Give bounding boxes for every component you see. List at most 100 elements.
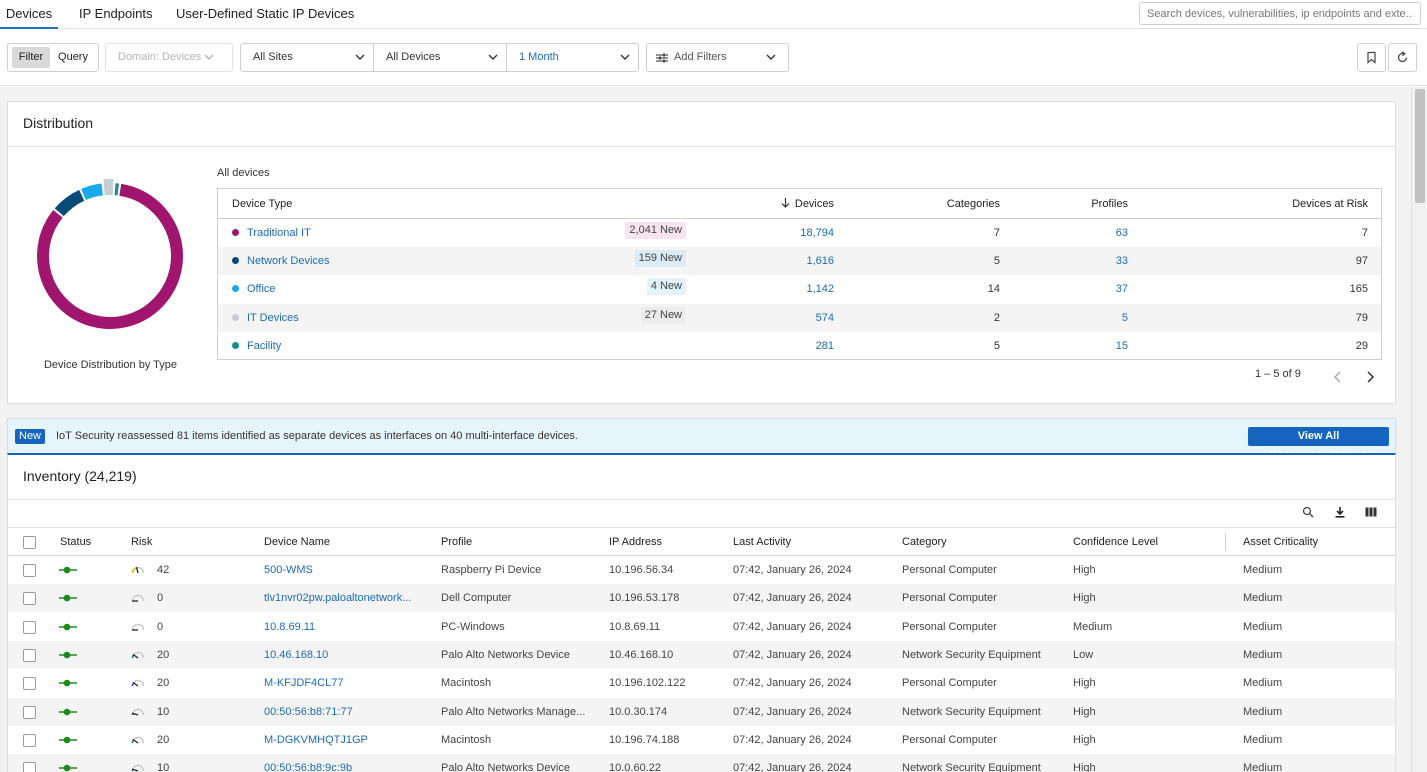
device-name-link[interactable]: tlv1nvr02pw.paloaltonetwork...	[264, 584, 411, 612]
risk-score: 0	[157, 620, 164, 633]
device-name-link[interactable]: 10.46.168.10	[264, 641, 328, 669]
ip-address-cell: 10.196.102.122	[609, 677, 686, 690]
page-scrollbar[interactable]	[1411, 87, 1427, 772]
table-row[interactable]: 20 M-DGKVMHQTJ1GP Macintosh 10.196.74.188 07…	[8, 726, 1395, 754]
columns-icon[interactable]	[1365, 507, 1377, 517]
donut-slice[interactable]	[103, 179, 114, 196]
column-ip-address[interactable]: IP Address	[609, 528, 662, 557]
last-activity-cell: 07:42, January 26, 2024	[733, 733, 852, 746]
row-checkbox[interactable]	[23, 620, 36, 634]
online-status-icon	[59, 736, 77, 744]
sites-select[interactable]: All Sites	[240, 43, 374, 72]
device-type-link[interactable]: Facility	[247, 340, 281, 352]
row-checkbox[interactable]	[23, 705, 36, 719]
device-type-cell: IT Devices	[232, 304, 299, 332]
last-activity-cell: 07:42, January 26, 2024	[733, 648, 852, 661]
query-mode-button[interactable]: Query	[52, 47, 94, 68]
search-icon[interactable]	[1302, 506, 1314, 518]
device-type-link[interactable]: Network Devices	[247, 255, 330, 267]
tab-devices[interactable]: Devices	[0, 0, 58, 29]
time-period-select[interactable]: 1 Month	[506, 43, 639, 72]
top-tab-bar: Devices IP Endpoints User-Defined Static…	[0, 0, 1427, 29]
risk-gauge-icon	[131, 566, 145, 574]
column-devices[interactable]: Devices	[758, 189, 834, 219]
donut-slice[interactable]	[81, 183, 103, 200]
devices-count-link[interactable]: 281	[758, 332, 834, 360]
row-checkbox[interactable]	[23, 592, 36, 606]
column-status[interactable]: Status	[60, 528, 91, 557]
table-row[interactable]: 10 00:50:56:b8:9c:9b Palo Alto Networks De…	[8, 754, 1395, 772]
filter-mode-button[interactable]: Filter	[12, 47, 50, 68]
table-row[interactable]: 20 10.46.168.10 Palo Alto Networks Device 1…	[8, 640, 1395, 669]
devices-count-link[interactable]: 1,142	[758, 275, 834, 303]
row-checkbox[interactable]	[23, 648, 36, 662]
profiles-count-link[interactable]: 37	[1048, 275, 1128, 303]
column-category[interactable]: Category	[902, 528, 947, 557]
device-name-link[interactable]: M-KFJDF4CL77	[264, 669, 343, 697]
column-divider[interactable]	[1225, 533, 1226, 551]
column-asset-criticality[interactable]: Asset Criticality	[1243, 528, 1318, 557]
device-name-link[interactable]: 00:50:56:b8:71:77	[264, 698, 353, 726]
risk-gauge-icon	[131, 708, 145, 716]
table-row[interactable]: 20 M-KFJDF4CL77 Macintosh 10.196.102.122 07:…	[8, 669, 1395, 697]
inventory-table-header: Status Risk Device Name Profile IP Addre…	[8, 527, 1395, 556]
table-row[interactable]: 10 00:50:56:b8:71:77 Palo Alto Networks Ma…	[8, 697, 1395, 726]
global-search-input[interactable]	[1139, 2, 1421, 25]
legend-dot	[232, 257, 239, 265]
devices-select[interactable]: All Devices	[373, 43, 507, 72]
tab-ip-endpoints[interactable]: IP Endpoints	[79, 0, 152, 29]
tab-user-defined-static-ip-devices[interactable]: User-Defined Static IP Devices	[176, 0, 354, 29]
add-filters-select[interactable]: Add Filters	[646, 43, 789, 72]
legend-dot	[232, 229, 239, 236]
distribution-row: Office 4 New 1,142 14 37 165	[218, 275, 1381, 303]
view-all-recommendations-button[interactable]: View All Recommendations	[1248, 427, 1389, 461]
donut-slice[interactable]	[54, 189, 85, 217]
chevron-right-icon[interactable]	[1365, 370, 1375, 384]
refresh-button[interactable]	[1388, 43, 1417, 72]
profiles-count-link[interactable]: 63	[1048, 219, 1128, 247]
row-checkbox[interactable]	[23, 762, 36, 772]
column-device-type[interactable]: Device Type	[232, 189, 292, 219]
table-row[interactable]: 0 tlv1nvr02pw.paloaltonetwork... Dell Comp…	[8, 584, 1395, 613]
device-type-link[interactable]: IT Devices	[247, 312, 299, 324]
column-device-name[interactable]: Device Name	[264, 528, 330, 557]
column-profiles[interactable]: Profiles	[1048, 189, 1128, 219]
column-categories[interactable]: Categories	[918, 189, 1000, 219]
row-checkbox[interactable]	[23, 733, 36, 747]
bookmark-button[interactable]	[1357, 43, 1386, 72]
devices-count-link[interactable]: 18,794	[758, 219, 834, 247]
profiles-count-link[interactable]: 5	[1048, 304, 1128, 332]
download-icon[interactable]	[1334, 506, 1346, 518]
device-name-link[interactable]: 500-WMS	[264, 556, 313, 584]
profiles-count-link[interactable]: 15	[1048, 332, 1128, 360]
device-name-link[interactable]: 10.8.69.11	[264, 613, 315, 641]
column-devices-at-risk[interactable]: Devices at Risk	[1218, 189, 1368, 219]
refresh-icon	[1397, 51, 1408, 63]
column-profile[interactable]: Profile	[441, 528, 472, 557]
filter-query-toggle: Filter Query	[7, 43, 99, 72]
profiles-count-link[interactable]: 33	[1048, 247, 1128, 275]
column-risk[interactable]: Risk	[131, 528, 152, 557]
table-row[interactable]: 0 10.8.69.11 PC-Windows 10.8.69.11 07:42, Ja…	[8, 613, 1395, 641]
row-checkbox[interactable]	[23, 677, 36, 691]
ip-address-cell: 10.8.69.11	[609, 620, 661, 633]
chevron-down-icon	[355, 54, 365, 60]
donut-slice[interactable]	[114, 183, 120, 196]
device-type-link[interactable]: Traditional IT	[247, 227, 311, 239]
column-devices-label: Devices	[794, 198, 834, 210]
distribution-card: Distribution Device Distribution by Type…	[7, 101, 1396, 404]
device-type-link[interactable]: Office	[247, 283, 276, 295]
column-last-activity[interactable]: Last Activity	[733, 528, 791, 557]
devices-count-link[interactable]: 1,616	[758, 247, 834, 275]
column-confidence-level[interactable]: Confidence Level	[1073, 528, 1158, 557]
select-all-checkbox[interactable]	[23, 536, 36, 549]
devices-count-link[interactable]: 574	[758, 304, 834, 332]
device-name-link[interactable]: 00:50:56:b8:9c:9b	[264, 754, 352, 772]
chevron-left-icon[interactable]	[1333, 370, 1343, 384]
scrollbar-thumb[interactable]	[1415, 89, 1425, 203]
online-status-icon	[59, 623, 77, 630]
risk-gauge-icon	[131, 736, 145, 744]
device-name-link[interactable]: M-DGKVMHQTJ1GP	[264, 726, 368, 754]
table-row[interactable]: 42 500-WMS Raspberry Pi Device 10.196.56.34…	[8, 556, 1395, 584]
row-checkbox[interactable]	[23, 564, 36, 577]
